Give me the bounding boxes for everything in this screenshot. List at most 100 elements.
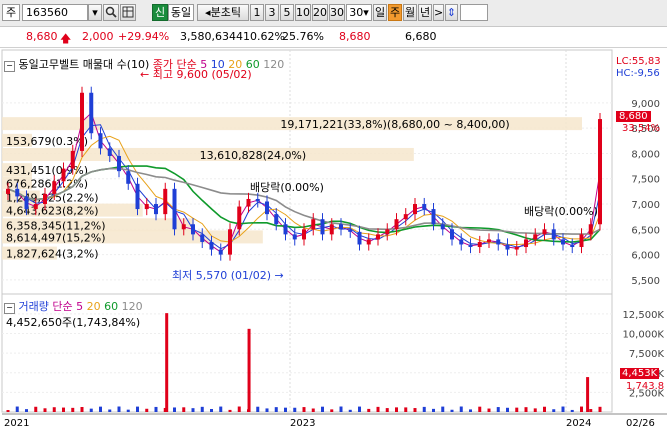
volume-bar — [274, 407, 278, 412]
candle-body — [107, 148, 112, 156]
volume-profile-label: 19,171,221(33,8%)(8,680,00 ~ 8,400,00) — [280, 118, 509, 131]
period-1-label: 1 — [253, 6, 261, 19]
day-button[interactable]: 일 — [373, 4, 387, 21]
stock-chart[interactable]: 19,171,221(33,8%)(8,680,00 ~ 8,400,00) 15… — [0, 48, 667, 434]
grid-button[interactable] — [120, 4, 136, 21]
volume-bar — [348, 409, 352, 412]
candle-body — [117, 155, 121, 172]
candle-body — [505, 244, 510, 250]
market-select[interactable]: 주 — [2, 4, 20, 21]
period-1[interactable]: 1 — [250, 4, 264, 21]
year-button[interactable]: 년 — [418, 4, 432, 21]
current-price: 8,680 — [26, 30, 58, 43]
volume-bar — [441, 406, 445, 412]
candle-body — [218, 249, 223, 255]
chart-canvas[interactable]: 19,171,221(33,8%)(8,680,00 ~ 8,400,00)15… — [0, 48, 667, 434]
volume-spike-bar — [247, 328, 251, 412]
volume-bar — [293, 407, 297, 412]
count-input[interactable] — [460, 4, 488, 21]
volume-bar — [108, 409, 112, 412]
volume-bar — [265, 408, 269, 412]
volume-bar — [524, 407, 528, 412]
month-label: 월 — [404, 6, 416, 19]
volume-bar — [52, 407, 56, 412]
period-3[interactable]: 3 — [265, 4, 279, 21]
month-button[interactable]: 월 — [403, 4, 417, 21]
candle-body — [154, 204, 158, 215]
toolbar: 주 163560 ▾ 신 동일 ◂분초틱 1 3 5 10 20 30 30▾ … — [0, 0, 667, 27]
up-arrow-icon: 🡅 — [60, 32, 72, 45]
candle-body — [413, 204, 417, 215]
code-dropdown-button[interactable]: ▾ — [88, 4, 102, 21]
volume-profile-label: 13,610,828(24,0%) — [200, 149, 307, 162]
candle-body — [542, 229, 547, 235]
price-tick-label: 7,500 — [631, 175, 660, 186]
price-tick-label: 7,000 — [631, 200, 660, 211]
candle-body — [24, 196, 29, 210]
volume-ma-60: 60 — [104, 300, 119, 313]
candle-body — [311, 219, 316, 230]
volume-bar — [506, 407, 509, 412]
candle-body — [135, 183, 140, 210]
search-button[interactable] — [103, 4, 119, 21]
volume-bar — [302, 407, 306, 412]
period-10[interactable]: 10 — [295, 4, 311, 21]
period-label: 분초틱 — [210, 6, 241, 19]
period-5[interactable]: 5 — [280, 4, 294, 21]
candle-body — [33, 204, 38, 210]
collapse-icon[interactable]: − — [4, 303, 15, 314]
next-button[interactable]: > — [433, 4, 444, 21]
year-label: 년 — [419, 6, 431, 19]
volume-bar — [533, 408, 537, 412]
same-button[interactable]: 동일 — [168, 4, 194, 21]
volume-bar — [256, 406, 260, 412]
grid-icon — [122, 6, 134, 18]
x-label-last: 02/26 — [626, 418, 655, 429]
candle-body — [339, 224, 343, 230]
volume-info: 4,452,650주(1,743,84%) — [6, 316, 141, 329]
volume-bar — [450, 409, 454, 412]
candle-body — [15, 188, 20, 197]
market-label: 주 — [5, 6, 17, 19]
price-tick-label: 5,500 — [631, 276, 660, 287]
period-30[interactable]: 30 — [329, 4, 345, 21]
left-arrow-icon: ← — [140, 68, 150, 81]
volume-bar — [200, 406, 204, 412]
candle-body — [144, 204, 149, 210]
volume-bar — [459, 406, 463, 412]
chevron-down-icon: ▾ — [92, 6, 98, 19]
scroll-button[interactable]: ⇕ — [445, 4, 458, 21]
volume-bar — [330, 409, 334, 412]
new-label: 신 — [154, 6, 166, 19]
period-20[interactable]: 20 — [312, 4, 328, 21]
price-tick-label: 8,000 — [631, 149, 660, 160]
collapse-icon[interactable]: − — [4, 61, 15, 72]
candle-body — [320, 219, 325, 235]
volume-bar — [552, 409, 556, 412]
candle-body — [89, 92, 94, 134]
candle-body — [98, 133, 103, 149]
candle-body — [385, 229, 390, 235]
volume-bar — [543, 406, 546, 412]
volume-bar — [173, 407, 176, 412]
volume-bar — [478, 406, 482, 412]
candle-body — [126, 171, 131, 184]
price-tick-label: 6,000 — [631, 251, 660, 262]
last-volume-rate: 1,743.8 — [626, 381, 665, 392]
volume-spike-bar — [165, 313, 169, 412]
volume-profile-label: 6,358,345(11,2%) — [6, 219, 106, 232]
candle-body — [348, 229, 353, 232]
new-button[interactable]: 신 — [152, 4, 168, 21]
week-button[interactable]: 주 — [388, 4, 402, 21]
stock-code-input[interactable]: 163560 — [22, 4, 88, 21]
period-button[interactable]: ◂분초틱 — [197, 4, 249, 21]
x-label-2021: 2021 — [4, 418, 30, 429]
candle-body — [292, 234, 297, 240]
volume-bar — [376, 406, 380, 412]
candle-body — [283, 224, 288, 235]
candle-body — [43, 193, 47, 205]
volume-bar — [496, 407, 500, 412]
candle-body — [487, 239, 491, 242]
period-20-label: 20 — [313, 6, 327, 19]
period-select[interactable]: 30▾ — [346, 4, 372, 21]
